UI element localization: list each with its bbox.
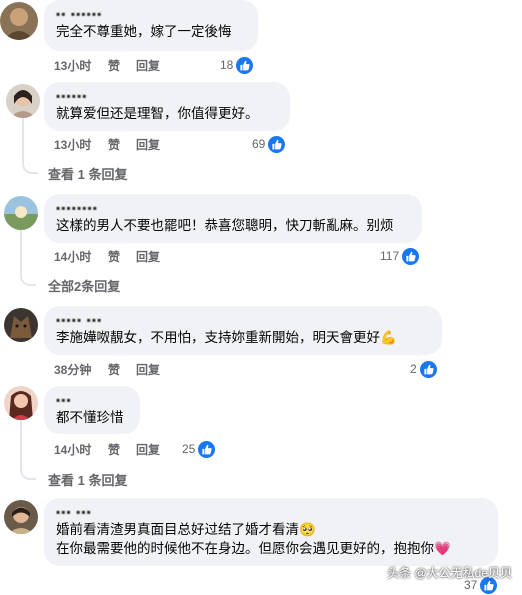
reaction-count[interactable]: 69: [252, 135, 286, 153]
thread-elbow: [22, 150, 38, 174]
view-replies-link[interactable]: 查看 1 条回复: [48, 470, 127, 489]
comment-text: 李施嬅呶靚女，不用怕，支持妳重新開始，明天會更好💪: [56, 328, 430, 347]
reaction-count[interactable]: 117: [380, 247, 420, 265]
reaction-count[interactable]: 25: [182, 440, 216, 458]
avatar[interactable]: [4, 308, 38, 342]
thumbs-up-icon: [198, 440, 216, 458]
like-count: 117: [380, 249, 400, 263]
reply-button[interactable]: 回复: [136, 362, 160, 378]
comment-bubble: ▪▪ ▪▪▪▪▪▪ 完全不尊重她，嫁了一定後悔: [44, 0, 258, 51]
comment-bubble: ▪▪▪▪▪ ▪▪▪ 李施嬅呶靚女，不用怕，支持妳重新開始，明天會更好💪: [44, 306, 442, 355]
like-button[interactable]: 赞: [108, 249, 120, 265]
reply-button[interactable]: 回复: [136, 442, 160, 458]
comment-text-line-1: 婚前看清渣男真面目总好过结了婚才看清🥺: [56, 520, 486, 539]
pleading-face-emoji: 🥺: [299, 522, 316, 537]
thumbs-up-icon: [236, 56, 254, 74]
comment-text-line-2: 在你最需要他的时候他不在身边。但愿你会遇见更好的，抱抱你💗: [56, 539, 486, 558]
like-button[interactable]: 赞: [108, 137, 120, 153]
reply-button[interactable]: 回复: [136, 137, 160, 153]
comment-time[interactable]: 13小时: [54, 137, 91, 153]
avatar[interactable]: [4, 386, 38, 420]
thumbs-up-icon: [268, 135, 286, 153]
thumbs-up-icon: [419, 360, 437, 378]
comment-time[interactable]: 14小时: [54, 442, 91, 458]
comment-time[interactable]: 14小时: [54, 249, 91, 265]
comment-text-body: 李施嬅呶靚女，不用怕，支持妳重新開始，明天會更好: [56, 330, 380, 345]
growing-heart-emoji: 💗: [434, 541, 451, 556]
comment-author[interactable]: ▪▪ ▪▪▪▪▪▪: [56, 6, 246, 22]
reaction-count[interactable]: 2: [410, 360, 437, 378]
comment-author[interactable]: ▪▪▪: [56, 392, 128, 408]
thumbs-up-icon: [402, 247, 420, 265]
comment-author[interactable]: ▪▪▪▪▪ ▪▪▪: [56, 312, 430, 328]
comment-bubble: ▪▪▪ ▪▪▪ 婚前看清渣男真面目总好过结了婚才看清🥺 在你最需要他的时候他不在…: [44, 498, 498, 566]
view-replies-link[interactable]: 全部2条回复: [48, 276, 120, 295]
reaction-count[interactable]: 18: [220, 56, 254, 74]
comment-author[interactable]: ▪▪▪▪▪▪▪▪: [56, 200, 410, 216]
comment-author[interactable]: ▪▪▪▪▪▪: [56, 88, 278, 104]
comment-text: 就算爱但还是理智，你值得更好。: [56, 106, 259, 121]
thread-elbow: [20, 458, 36, 480]
like-count: 2: [410, 362, 417, 376]
thread-line: [20, 420, 22, 462]
avatar-image: [4, 308, 38, 342]
avatar-image: [6, 84, 40, 118]
avatar-image: [4, 500, 38, 534]
avatar[interactable]: [4, 500, 38, 534]
avatar[interactable]: [0, 2, 38, 40]
avatar-image: [0, 2, 38, 40]
comment-bubble: ▪▪▪ 都不懂珍惜: [44, 386, 140, 434]
comment-time[interactable]: 38分钟: [54, 362, 91, 378]
like-count: 18: [220, 58, 234, 72]
comment-text-body: 婚前看清渣男真面目总好过结了婚才看清: [56, 522, 299, 537]
reply-button[interactable]: 回复: [136, 249, 160, 265]
comment-text: 这樣的男人不要也罷吧！恭喜您聰明，快刀斬亂麻。别烦: [56, 218, 394, 233]
like-button[interactable]: 赞: [108, 58, 120, 74]
comment-author[interactable]: ▪▪▪ ▪▪▪: [56, 504, 486, 520]
avatar[interactable]: [6, 84, 40, 118]
like-button[interactable]: 赞: [108, 362, 120, 378]
comment-bubble: ▪▪▪▪▪▪▪▪ 这樣的男人不要也罷吧！恭喜您聰明，快刀斬亂麻。别烦: [44, 194, 422, 243]
avatar[interactable]: [4, 196, 38, 230]
reply-button[interactable]: 回复: [136, 58, 160, 74]
thread-elbow: [20, 262, 36, 286]
avatar-image: [4, 196, 38, 230]
like-count: 25: [182, 442, 196, 456]
avatar-image: [4, 386, 38, 420]
comment-text-body: 在你最需要他的时候他不在身边。但愿你会遇见更好的，抱抱你: [56, 541, 434, 556]
comment-text: 都不懂珍惜: [56, 410, 124, 425]
view-replies-link[interactable]: 查看 1 条回复: [48, 164, 127, 183]
comment-bubble: ▪▪▪▪▪▪ 就算爱但还是理智，你值得更好。: [44, 82, 290, 131]
like-button[interactable]: 赞: [108, 442, 120, 458]
comment-text: 完全不尊重她，嫁了一定後悔: [56, 24, 232, 39]
thread-line: [22, 118, 24, 154]
watermark: 头条 @大公无私de贝贝: [387, 566, 512, 580]
flexed-biceps-emoji: 💪: [380, 330, 397, 345]
comment-time[interactable]: 13小时: [54, 58, 91, 74]
like-count: 69: [252, 137, 266, 151]
thread-line: [20, 230, 22, 266]
